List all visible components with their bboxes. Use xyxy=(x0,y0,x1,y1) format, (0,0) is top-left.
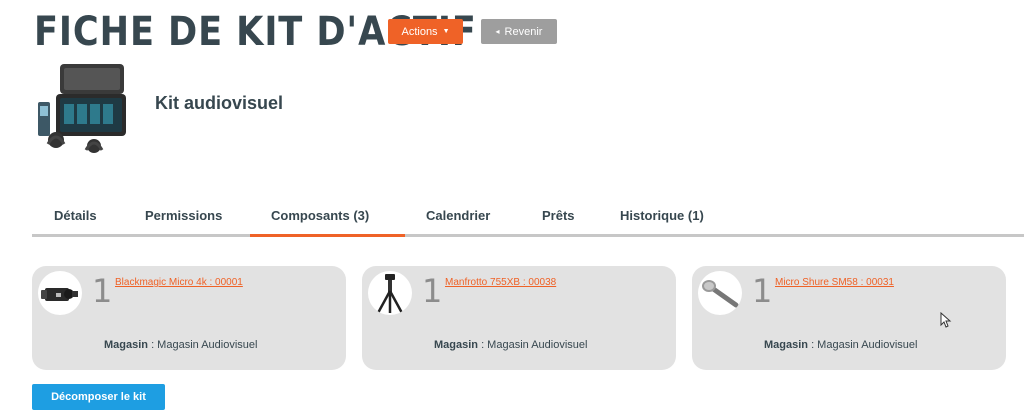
back-label: Revenir xyxy=(504,25,543,38)
actions-label: Actions xyxy=(401,25,438,38)
tab-historique[interactable]: Historique (1) xyxy=(620,208,704,223)
camera-icon xyxy=(41,288,78,301)
microphone-icon xyxy=(702,280,739,308)
component-card: 1 Blackmagic Micro 4k : 00001 Magasin : … xyxy=(32,266,346,370)
tab-permissions[interactable]: Permissions xyxy=(145,208,222,223)
component-location: Magasin : Magasin Audiovisuel xyxy=(434,339,587,351)
component-thumbnail xyxy=(38,271,82,315)
component-thumbnail xyxy=(368,271,412,315)
component-quantity: 1 xyxy=(92,272,113,310)
component-link[interactable]: Manfrotto 755XB : 00038 xyxy=(445,277,556,288)
component-link[interactable]: Blackmagic Micro 4k : 00001 xyxy=(115,277,243,288)
back-button[interactable]: ◂ Revenir xyxy=(481,19,557,44)
chevron-down-icon: ▼ xyxy=(442,28,450,35)
kit-image xyxy=(34,60,130,160)
component-link[interactable]: Micro Shure SM58 : 00031 xyxy=(775,277,894,288)
location-value: : Magasin Audiovisuel xyxy=(808,339,918,351)
component-location: Magasin : Magasin Audiovisuel xyxy=(104,339,257,351)
component-card: 1 Manfrotto 755XB : 00038 Magasin : Maga… xyxy=(362,266,676,370)
tabs-divider xyxy=(32,234,1024,237)
location-value: : Magasin Audiovisuel xyxy=(148,339,258,351)
location-label: Magasin xyxy=(764,339,809,351)
tab-composants[interactable]: Composants (3) xyxy=(271,208,369,223)
tab-calendrier[interactable]: Calendrier xyxy=(426,208,490,223)
active-tab-indicator xyxy=(250,234,405,237)
location-label: Magasin xyxy=(434,339,479,351)
equipment-case-icon xyxy=(38,64,126,153)
component-quantity: 1 xyxy=(422,272,443,310)
component-thumbnail xyxy=(698,271,742,315)
tripod-icon xyxy=(376,274,404,314)
tabs-bar: Détails Permissions Composants (3) Calen… xyxy=(32,204,1024,238)
tab-prets[interactable]: Prêts xyxy=(542,208,575,223)
mouse-cursor-icon xyxy=(940,312,952,328)
location-value: : Magasin Audiovisuel xyxy=(478,339,588,351)
actions-button[interactable]: Actions ▼ xyxy=(388,19,463,44)
tab-details[interactable]: Détails xyxy=(54,208,97,223)
location-label: Magasin xyxy=(104,339,149,351)
kit-name: Kit audiovisuel xyxy=(155,93,284,113)
decompose-kit-button[interactable]: Décomposer le kit xyxy=(32,384,165,410)
component-location: Magasin : Magasin Audiovisuel xyxy=(764,339,917,351)
arrow-left-icon: ◂ xyxy=(495,27,500,36)
component-quantity: 1 xyxy=(752,272,773,310)
component-card: 1 Micro Shure SM58 : 00031 Magasin : Mag… xyxy=(692,266,1006,370)
